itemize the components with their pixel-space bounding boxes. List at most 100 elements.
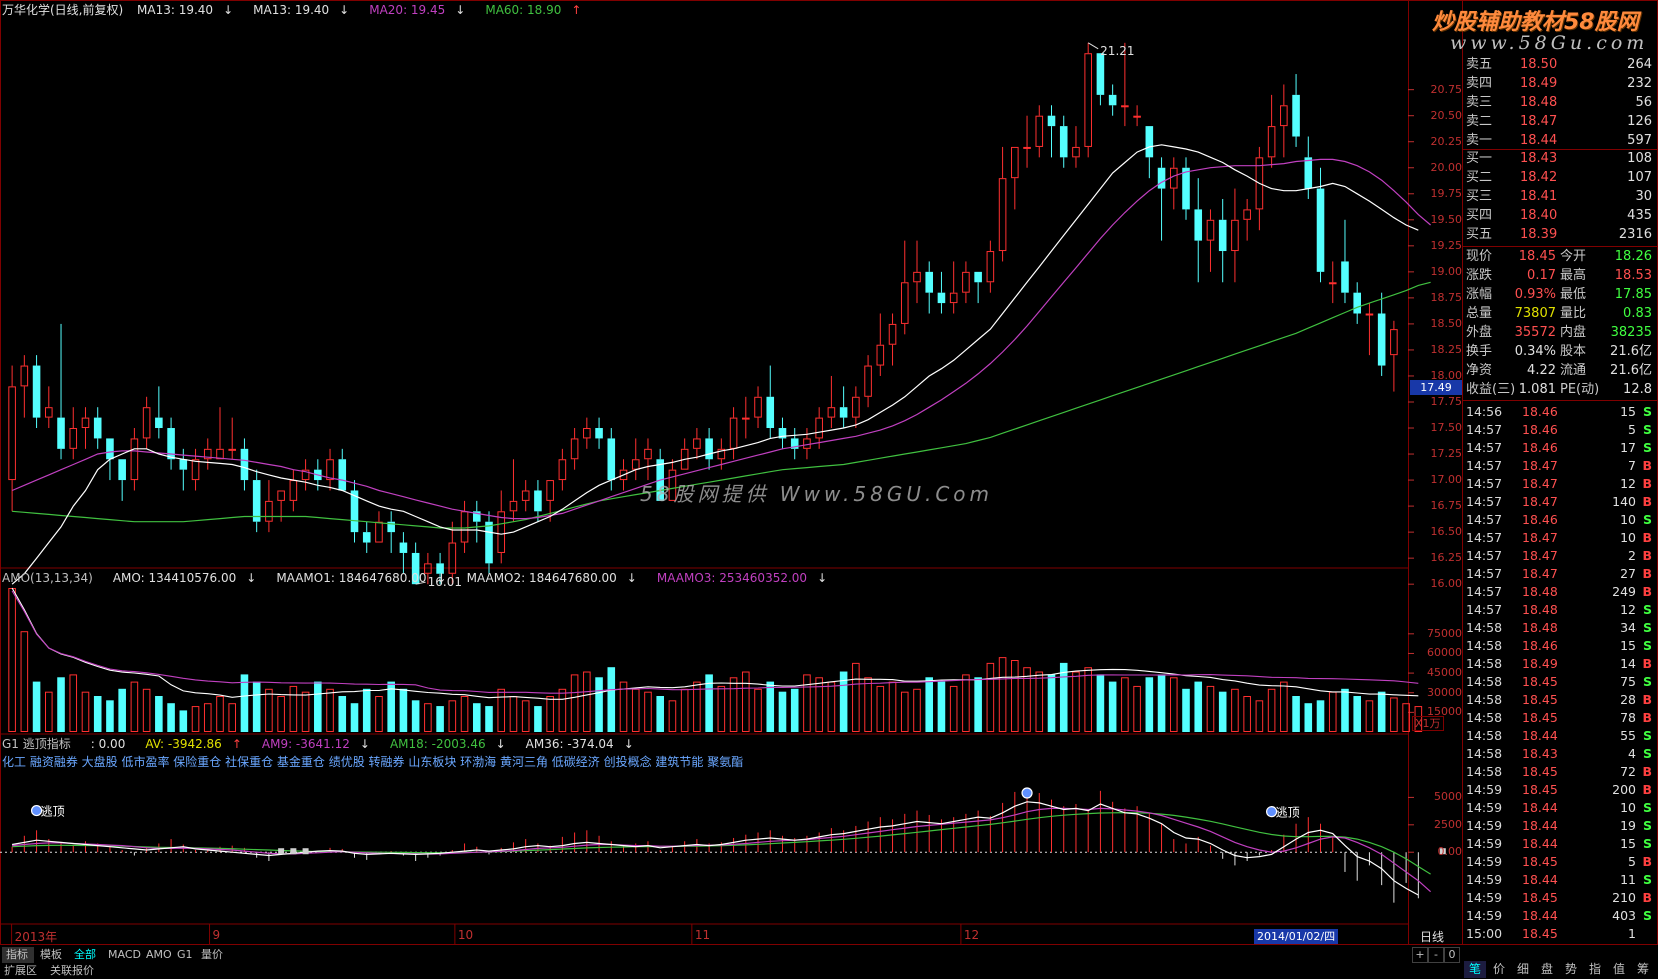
stat-label: 换手 bbox=[1466, 344, 1493, 359]
tick-side: B bbox=[1642, 890, 1652, 905]
candlestick bbox=[485, 511, 493, 574]
tick-row[interactable]: 14:59 18.44 10 S bbox=[1462, 799, 1658, 816]
order-row[interactable]: 卖四 18.49 232 bbox=[1462, 75, 1658, 93]
candlestick bbox=[191, 448, 200, 491]
tick-price: 18.47 bbox=[1522, 530, 1558, 545]
tick-row[interactable]: 14:58 18.45 72 B bbox=[1462, 763, 1658, 780]
stock-title[interactable]: 万华化学(日线,前复权) bbox=[2, 3, 123, 17]
sector-boards[interactable]: 化工 融资融券 大盘股 低市盈率 保险重仓 社保重仓 基金重仓 绩优股 转融券 … bbox=[2, 754, 743, 770]
lower-tab[interactable]: 关联报价 bbox=[50, 963, 94, 979]
tick-row[interactable]: 14:58 18.48 34 S bbox=[1462, 619, 1658, 636]
tick-row[interactable]: 14:57 18.47 140 B bbox=[1462, 493, 1658, 510]
price-axis-label: 16.50 bbox=[1430, 525, 1463, 539]
tick-row[interactable]: 15:00 18.45 1 bbox=[1462, 925, 1658, 942]
tick-row[interactable]: 14:59 18.44 11 S bbox=[1462, 871, 1658, 888]
tick-row[interactable]: 14:57 18.47 12 B bbox=[1462, 475, 1658, 492]
tick-row[interactable]: 14:58 18.43 4 S bbox=[1462, 745, 1658, 762]
tick-row[interactable]: 14:57 18.47 2 B bbox=[1462, 547, 1658, 564]
right-panel-tab[interactable]: 势 bbox=[1560, 961, 1582, 978]
zoom-control-button[interactable]: 0 bbox=[1444, 947, 1460, 963]
indicator-tab[interactable]: AMO bbox=[142, 947, 172, 963]
tick-side: S bbox=[1642, 800, 1652, 815]
right-panel-tab[interactable]: 细 bbox=[1512, 961, 1534, 978]
tick-row[interactable]: 14:58 18.49 14 B bbox=[1462, 655, 1658, 672]
date-label: 10 bbox=[457, 928, 474, 942]
tick-row[interactable]: 14:59 18.44 19 S bbox=[1462, 817, 1658, 834]
stat-value: 0.34% bbox=[1514, 344, 1556, 359]
zoom-control-button[interactable]: - bbox=[1428, 947, 1444, 963]
tick-row[interactable]: 14:59 18.45 210 B bbox=[1462, 889, 1658, 906]
right-panel-tab[interactable]: 值 bbox=[1608, 961, 1630, 978]
right-panel-tab[interactable]: 指 bbox=[1584, 961, 1606, 978]
tick-row[interactable]: 14:57 18.47 7 B bbox=[1462, 457, 1658, 474]
tick-row[interactable]: 14:57 18.46 17 S bbox=[1462, 439, 1658, 456]
tick-row[interactable]: 14:57 18.47 27 B bbox=[1462, 565, 1658, 582]
zoom-control-button[interactable]: + bbox=[1412, 947, 1428, 963]
tick-row[interactable]: 14:58 18.44 55 S bbox=[1462, 727, 1658, 744]
period-label[interactable]: 日线 bbox=[1420, 928, 1444, 945]
tick-side: B bbox=[1642, 494, 1652, 509]
order-row[interactable]: 卖一 18.44 597 bbox=[1462, 132, 1658, 150]
tick-row[interactable]: 14:57 18.46 5 S bbox=[1462, 421, 1658, 438]
candlestick bbox=[729, 407, 738, 460]
amo-bar bbox=[1390, 697, 1398, 733]
order-row[interactable]: 买四 18.40 435 bbox=[1462, 207, 1658, 225]
order-row[interactable]: 买一 18.43 108 bbox=[1462, 150, 1658, 168]
tick-time: 14:58 bbox=[1466, 728, 1503, 743]
amo-bar bbox=[350, 703, 359, 732]
tick-row[interactable]: 14:58 18.45 75 S bbox=[1462, 673, 1658, 690]
candlestick bbox=[595, 417, 603, 449]
indicator-tab[interactable]: 量价 bbox=[197, 947, 229, 963]
right-panel-tab[interactable]: 价 bbox=[1488, 961, 1510, 978]
amo-bar bbox=[45, 691, 53, 732]
candlestick bbox=[1267, 94, 1276, 168]
tick-row[interactable]: 14:57 18.48 249 B bbox=[1462, 583, 1658, 600]
date-label: 11 bbox=[694, 928, 711, 942]
tick-row[interactable]: 14:56 18.46 15 S bbox=[1462, 403, 1658, 420]
indicator-tab[interactable]: 全部 bbox=[70, 947, 102, 963]
legend-label: AM18: -2003.46 bbox=[389, 737, 486, 751]
tick-row[interactable]: 14:59 18.45 200 B bbox=[1462, 781, 1658, 798]
tick-row[interactable]: 14:57 18.47 10 B bbox=[1462, 529, 1658, 546]
tick-row[interactable]: 14:57 18.48 12 S bbox=[1462, 601, 1658, 618]
indicator-tab[interactable]: 模板 bbox=[36, 947, 68, 963]
amo-axis-label: 60000 bbox=[1427, 646, 1462, 660]
tick-side: S bbox=[1642, 512, 1652, 527]
amo-bar bbox=[607, 667, 616, 732]
order-row[interactable]: 买二 18.42 107 bbox=[1462, 169, 1658, 187]
order-row[interactable]: 买五 18.39 2316 bbox=[1462, 226, 1658, 244]
tick-time: 14:57 bbox=[1466, 584, 1503, 599]
tick-row[interactable]: 14:59 18.45 5 B bbox=[1462, 853, 1658, 870]
right-panel-tab[interactable]: 筹 bbox=[1632, 961, 1654, 978]
order-row[interactable]: 卖二 18.47 126 bbox=[1462, 113, 1658, 131]
stat-row: 现价 18.45 今开 18.26 bbox=[1462, 247, 1658, 266]
stat-value: 0.17 bbox=[1527, 268, 1556, 283]
tick-volume: 14 bbox=[1620, 656, 1636, 671]
order-row[interactable]: 卖五 18.50 264 bbox=[1462, 56, 1658, 74]
tick-volume: 27 bbox=[1620, 566, 1636, 581]
tick-side: B bbox=[1642, 656, 1652, 671]
order-row[interactable]: 卖三 18.48 56 bbox=[1462, 94, 1658, 112]
amo-bar bbox=[986, 662, 995, 733]
amo-bar bbox=[326, 688, 334, 732]
tick-volume: 72 bbox=[1620, 764, 1636, 779]
right-panel-tab[interactable]: 盘 bbox=[1536, 961, 1558, 978]
tick-volume: 249 bbox=[1612, 584, 1636, 599]
indicator-tab[interactable]: MACD bbox=[104, 947, 141, 963]
order-row[interactable]: 买三 18.41 30 bbox=[1462, 188, 1658, 206]
right-panel-tab[interactable]: 笔 bbox=[1464, 961, 1486, 978]
indicator-tab[interactable]: G1 bbox=[173, 947, 195, 963]
tick-row[interactable]: 14:58 18.46 15 S bbox=[1462, 637, 1658, 654]
tick-row[interactable]: 14:58 18.45 28 B bbox=[1462, 691, 1658, 708]
legend-arrow-icon: ↓ bbox=[455, 3, 466, 17]
tick-volume: 10 bbox=[1620, 512, 1636, 527]
lower-tab[interactable]: 扩展区 bbox=[4, 963, 37, 979]
tick-row[interactable]: 14:58 18.45 78 B bbox=[1462, 709, 1658, 726]
tick-price: 18.47 bbox=[1522, 476, 1558, 491]
tick-list[interactable]: 14:56 18.46 15 S 14:57 18.46 5 S 14:57 18.46 17 S 14… bbox=[1462, 403, 1658, 943]
tick-row[interactable]: 14:57 18.46 10 S bbox=[1462, 511, 1658, 528]
tick-price: 18.45 bbox=[1522, 890, 1558, 905]
indicator-tab[interactable]: 指标 bbox=[2, 947, 34, 963]
tick-row[interactable]: 14:59 18.44 403 S bbox=[1462, 907, 1658, 924]
tick-row[interactable]: 14:59 18.44 15 S bbox=[1462, 835, 1658, 852]
